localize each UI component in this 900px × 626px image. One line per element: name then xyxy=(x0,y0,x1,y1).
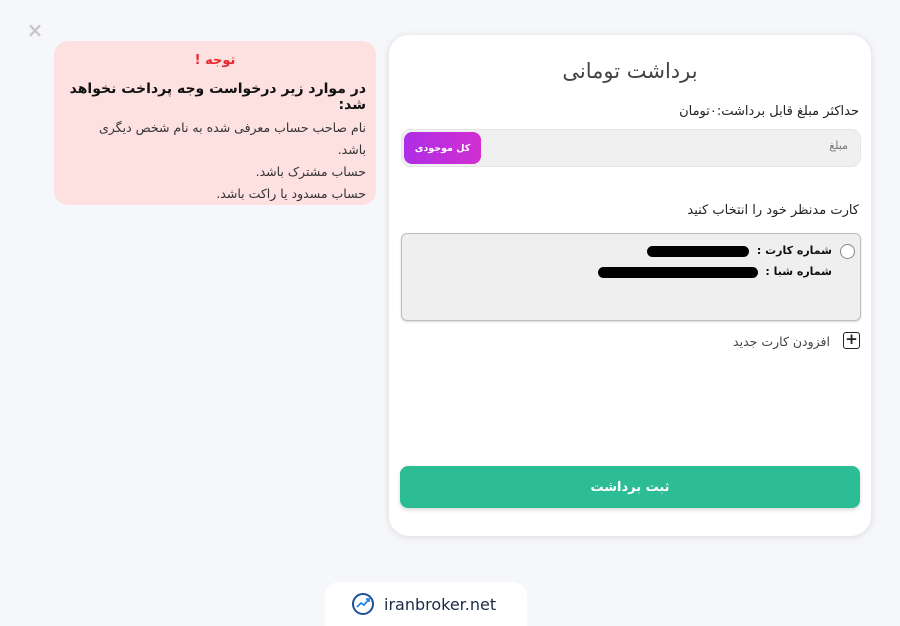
warning-heading: در موارد زیر درخواست وجه پرداخت نخواهد ش… xyxy=(69,81,366,113)
select-card-label: کارت مدنظر خود را انتخاب کنید xyxy=(687,203,859,218)
sheba-label: شماره شبا : xyxy=(765,265,832,278)
add-card-label: افزودن کارت جدید xyxy=(733,334,830,349)
sheba-row: شماره شبا : xyxy=(597,265,832,278)
warning-line: حساب مشترک باشد. xyxy=(255,164,366,179)
warning-box: توجه ! در موارد زیر درخواست وجه پرداخت ن… xyxy=(54,41,376,205)
card-number-row: شماره کارت : xyxy=(647,244,832,257)
max-amount-label: حداکثر مبلغ قابل برداشت:۰تومان xyxy=(679,104,859,119)
card-number-label: شماره کارت : xyxy=(756,244,832,257)
all-balance-button[interactable]: کل موجودی xyxy=(404,132,481,164)
card-radio[interactable] xyxy=(840,244,855,259)
warning-line: حساب مسدود یا راکت باشد. xyxy=(216,186,366,201)
amount-field: کل موجودی xyxy=(401,129,861,167)
warning-line: نام صاحب حساب معرفی شده به نام شخص دیگری xyxy=(99,120,366,135)
watermark: iranbroker.net xyxy=(325,582,527,626)
sheba-redacted xyxy=(597,266,758,278)
close-icon[interactable]: × xyxy=(26,20,44,40)
trend-chart-icon xyxy=(352,593,374,615)
withdraw-card: برداشت تومانی حداکثر مبلغ قابل برداشت:۰ت… xyxy=(389,35,871,536)
plus-icon: + xyxy=(843,332,860,349)
bank-card-option[interactable]: شماره کارت : شماره شبا : xyxy=(401,233,861,321)
warning-line: باشد. xyxy=(337,142,366,157)
card-number-redacted xyxy=(647,245,750,257)
watermark-text: iranbroker.net xyxy=(384,595,497,614)
page-title: برداشت تومانی xyxy=(562,59,698,83)
amount-input[interactable] xyxy=(546,138,850,153)
warning-title: توجه ! xyxy=(194,53,236,68)
submit-withdraw-button[interactable]: ثبت برداشت xyxy=(400,466,860,508)
